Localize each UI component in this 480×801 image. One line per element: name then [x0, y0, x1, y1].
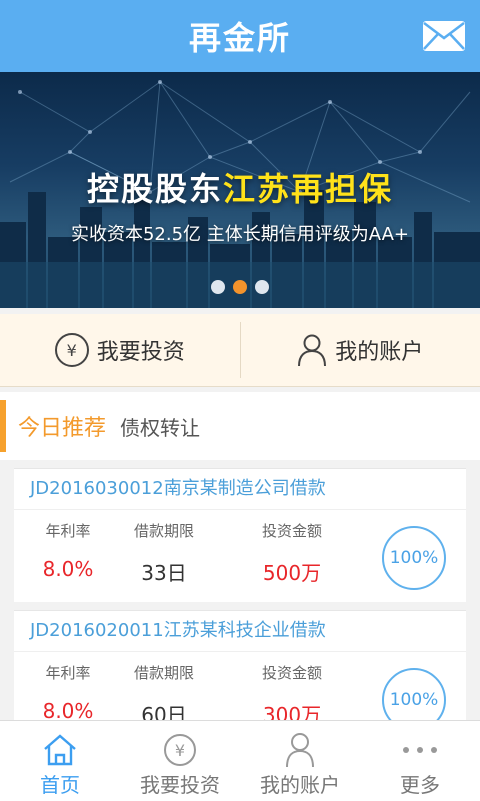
- yen-icon: ¥: [55, 333, 89, 367]
- invest-button[interactable]: ¥ 我要投资: [0, 314, 240, 386]
- carousel-dot[interactable]: [255, 280, 269, 294]
- nav-more-label: 更多: [400, 769, 440, 798]
- term-value: 33日: [124, 557, 204, 586]
- home-icon: [43, 731, 77, 769]
- term-column: 借款期限 33日: [124, 520, 204, 586]
- amount-column: 投资金额 300万: [252, 662, 332, 728]
- tab-debt-transfer[interactable]: 债权转让: [120, 412, 200, 441]
- rate-label: 年利率: [26, 520, 110, 541]
- nav-invest-label: 我要投资: [140, 769, 220, 798]
- svg-text:¥: ¥: [175, 741, 185, 760]
- banner-subline: 实收资本52.5亿 主体长期信用评级为AA+: [0, 220, 480, 246]
- more-icon: [400, 731, 440, 769]
- tab-bar: 今日推荐 债权转让: [0, 392, 480, 460]
- user-icon: [297, 333, 327, 367]
- tab-accent-bar: [0, 400, 6, 452]
- nav-home[interactable]: 首页: [0, 721, 120, 801]
- rate-column: 年利率 8.0%: [26, 662, 110, 723]
- nav-account[interactable]: 我的账户: [240, 721, 360, 801]
- banner-headline-prefix: 控股股东: [87, 170, 223, 208]
- nav-invest[interactable]: ¥ 我要投资: [120, 721, 240, 801]
- yen-icon: ¥: [163, 731, 197, 769]
- term-column: 借款期限 60日: [124, 662, 204, 728]
- rate-column: 年利率 8.0%: [26, 520, 110, 581]
- nav-account-label: 我的账户: [260, 769, 340, 798]
- carousel-dot-active[interactable]: [233, 280, 247, 294]
- mail-icon[interactable]: [422, 20, 466, 52]
- nav-more[interactable]: 更多: [360, 721, 480, 801]
- amount-label: 投资金额: [252, 662, 332, 683]
- account-label: 我的账户: [335, 334, 423, 366]
- app-screen: 再金所: [0, 0, 480, 800]
- quick-actions: ¥ 我要投资 我的账户: [0, 314, 480, 387]
- carousel-dots: [0, 280, 480, 294]
- carousel-dot[interactable]: [211, 280, 225, 294]
- term-label: 借款期限: [124, 520, 204, 541]
- loan-title[interactable]: JD2016030012南京某制造公司借款: [14, 469, 466, 510]
- banner-headline: 控股股东江苏再担保: [0, 164, 480, 210]
- rate-label: 年利率: [26, 662, 110, 683]
- tab-today-recommend[interactable]: 今日推荐: [18, 410, 106, 442]
- term-label: 借款期限: [124, 662, 204, 683]
- loan-info: 年利率 8.0% 借款期限 33日 投资金额 500万 100%: [14, 510, 466, 602]
- user-icon: [285, 731, 315, 769]
- nav-home-label: 首页: [40, 769, 80, 798]
- amount-column: 投资金额 500万: [252, 520, 332, 586]
- bottom-nav: 首页 ¥ 我要投资 我的账户: [0, 720, 480, 801]
- amount-value: 500万: [252, 557, 332, 586]
- promo-banner[interactable]: 控股股东江苏再担保 实收资本52.5亿 主体长期信用评级为AA+: [0, 72, 480, 308]
- rate-value: 8.0%: [26, 557, 110, 581]
- amount-label: 投资金额: [252, 520, 332, 541]
- loan-title[interactable]: JD2016020011江苏某科技企业借款: [14, 611, 466, 652]
- invest-label: 我要投资: [97, 334, 185, 366]
- progress-ring[interactable]: 100%: [382, 526, 446, 590]
- account-button[interactable]: 我的账户: [241, 314, 480, 386]
- top-bar: 再金所: [0, 0, 480, 72]
- page-title: 再金所: [189, 13, 291, 59]
- banner-headline-highlight: 江苏再担保: [223, 170, 393, 208]
- loan-card[interactable]: JD2016030012南京某制造公司借款 年利率 8.0% 借款期限 33日 …: [14, 468, 466, 602]
